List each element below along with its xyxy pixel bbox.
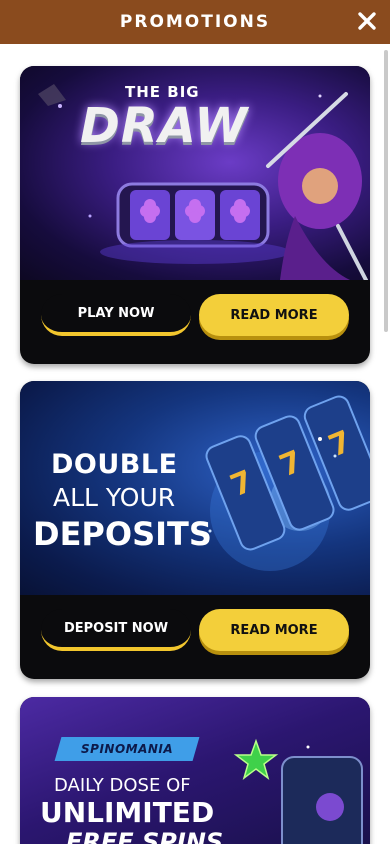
spinomania-badge: SPINOMANIA [54, 737, 200, 761]
spinomania-badge-label: SPINOMANIA [80, 742, 174, 756]
promo-card-spinomania: SPINOMANIA DAILY DOSE OF UNLIMITED FREE … [20, 697, 370, 844]
promo-title-line-1: DAILY DOSE OF [54, 775, 191, 796]
promo-banner-big-draw: THE BIG DRAW [20, 66, 370, 280]
play-now-button[interactable]: PLAY NOW [41, 294, 191, 336]
read-more-button[interactable]: READ MORE [199, 294, 349, 336]
promo-banner-double-deposits: 7 7 7 DOUBLE ALL YOUR DEPOSITS [20, 381, 370, 595]
promo-card-big-draw: THE BIG DRAW PLAY NOW READ MORE [20, 66, 370, 364]
close-icon [358, 12, 376, 30]
promo-actions: DEPOSIT NOW READ MORE [20, 595, 370, 665]
promo-title-line-2: ALL YOUR [53, 483, 176, 512]
promo-title-line-3: FREE SPINS [66, 828, 224, 844]
promo-banner-spinomania: SPINOMANIA DAILY DOSE OF UNLIMITED FREE … [20, 697, 370, 844]
deposit-now-button[interactable]: DEPOSIT NOW [41, 609, 191, 651]
header-bar: PROMOTIONS [0, 0, 390, 44]
promo-card-double-deposits: 7 7 7 DOUBLE ALL YOUR DEPOSITS DEPOSIT N… [20, 381, 370, 679]
close-button[interactable] [354, 8, 380, 34]
promo-title-large: DRAW [80, 98, 249, 154]
read-more-button[interactable]: READ MORE [199, 609, 349, 651]
promo-title-line-3: DEPOSITS [33, 515, 212, 553]
scrollbar[interactable] [384, 50, 388, 332]
promo-actions: PLAY NOW READ MORE [20, 280, 370, 350]
promo-title-line-2: UNLIMITED [40, 796, 215, 829]
page-title: PROMOTIONS [119, 12, 271, 32]
promo-title-line-1: DOUBLE [51, 449, 178, 480]
